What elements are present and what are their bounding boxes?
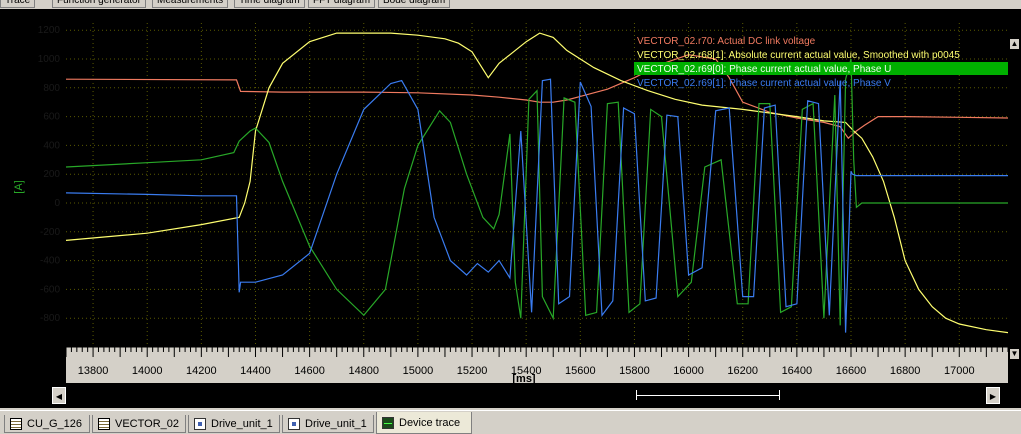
top-tab-strip: Trace Function generator Measurements Ti…: [0, 0, 1021, 9]
tab-drive-unit-1[interactable]: Drive_unit_1: [188, 415, 280, 433]
scroll-down-arrow-icon[interactable]: ▼: [1010, 349, 1019, 359]
x-tick-label: 15800: [619, 365, 650, 377]
legend-entry[interactable]: VECTOR_02.r69[0]: Phase current actual v…: [637, 64, 891, 75]
x-tick-label: 15000: [403, 365, 434, 377]
scroll-up-arrow-icon[interactable]: ▲: [1010, 39, 1019, 49]
y-axis-label: [A]: [13, 180, 25, 193]
document-icon: [98, 417, 110, 430]
y-tick-label: 0: [54, 198, 60, 209]
x-tick-label: 16200: [727, 365, 758, 377]
tab-device-trace[interactable]: Device trace: [376, 412, 472, 434]
x-tick-label: 14600: [294, 365, 325, 377]
x-tick-label: 15600: [565, 365, 596, 377]
x-tick-label: 14800: [348, 365, 379, 377]
x-tick-label: 16400: [782, 365, 813, 377]
oscilloscope-icon: [382, 416, 394, 429]
tab-label: Drive_unit_1: [305, 417, 367, 430]
x-tick-label: 15200: [457, 365, 488, 377]
tab-trace[interactable]: Trace: [0, 0, 36, 8]
document-icon: [10, 417, 22, 430]
tab-time-diagram[interactable]: Time diagram: [234, 0, 305, 8]
y-tick-label: -800: [40, 313, 60, 324]
x-tick-label: 14000: [132, 365, 163, 377]
y-tick-label: 800: [43, 83, 60, 94]
y-tick-label: -200: [40, 227, 60, 238]
y-tick-label: 1000: [38, 54, 61, 65]
horizontal-scrollbar[interactable]: ◀ ▶: [52, 387, 1000, 404]
document-tab-bar: CU_G_126 VECTOR_02 Drive_unit_1 Drive_un…: [0, 410, 1021, 434]
x-tick-label: 16600: [836, 365, 867, 377]
tab-bode-diagram[interactable]: Bode diagram: [378, 0, 451, 8]
tab-label: CU_G_126: [27, 417, 83, 430]
scroll-left-arrow-icon[interactable]: ◀: [52, 387, 66, 404]
x-tick-label: 14400: [240, 365, 271, 377]
tab-function-generator[interactable]: Function generator: [52, 0, 146, 8]
tab-vector-02[interactable]: VECTOR_02: [92, 415, 186, 433]
y-tick-label: -600: [40, 284, 60, 295]
x-tick-label: 14200: [186, 365, 217, 377]
vertical-scrollbar[interactable]: ▲ ▼: [1008, 9, 1021, 383]
tab-cu-g-126[interactable]: CU_G_126: [4, 415, 90, 433]
legend-entry[interactable]: VECTOR_02.r68[1]: Absolute current actua…: [637, 50, 960, 61]
x-axis-label: [ms]: [512, 373, 536, 383]
y-tick-label: 600: [43, 112, 60, 123]
tab-fft-diagram[interactable]: FFT diagram: [308, 0, 376, 8]
tab-label: Drive_unit_1: [211, 417, 273, 430]
tab-label: Device trace: [399, 416, 461, 429]
time-diagram-chart[interactable]: 1200 1000 800 600 400 200 0 -200 -400 -600 -800 13…: [0, 9, 1008, 383]
tab-label: VECTOR_02: [115, 417, 179, 430]
x-tick-label: 13800: [78, 365, 109, 377]
scroll-right-arrow-icon[interactable]: ▶: [986, 387, 1000, 404]
device-icon: [194, 417, 206, 430]
x-tick-label: 16000: [673, 365, 704, 377]
y-tick-label: 200: [43, 169, 60, 180]
y-tick-label: 400: [43, 140, 60, 151]
x-tick-label: 17000: [944, 365, 975, 377]
y-tick-labels: 1200 1000 800 600 400 200 0 -200 -400 -600 -800: [38, 25, 61, 324]
legend-entry[interactable]: VECTOR_02.r70: Actual DC link voltage: [637, 36, 816, 47]
tab-drive-unit-1-config[interactable]: Drive_unit_1: [282, 415, 374, 433]
scroll-range-thumb[interactable]: [636, 390, 780, 400]
legend-entry[interactable]: VECTOR_02.r69[1]: Phase current actual v…: [637, 78, 891, 89]
y-tick-label: -400: [40, 256, 60, 267]
drive-icon: [288, 417, 300, 430]
tab-measurements[interactable]: Measurements: [152, 0, 229, 8]
y-tick-label: 1200: [38, 25, 61, 36]
x-tick-label: 16800: [890, 365, 921, 377]
